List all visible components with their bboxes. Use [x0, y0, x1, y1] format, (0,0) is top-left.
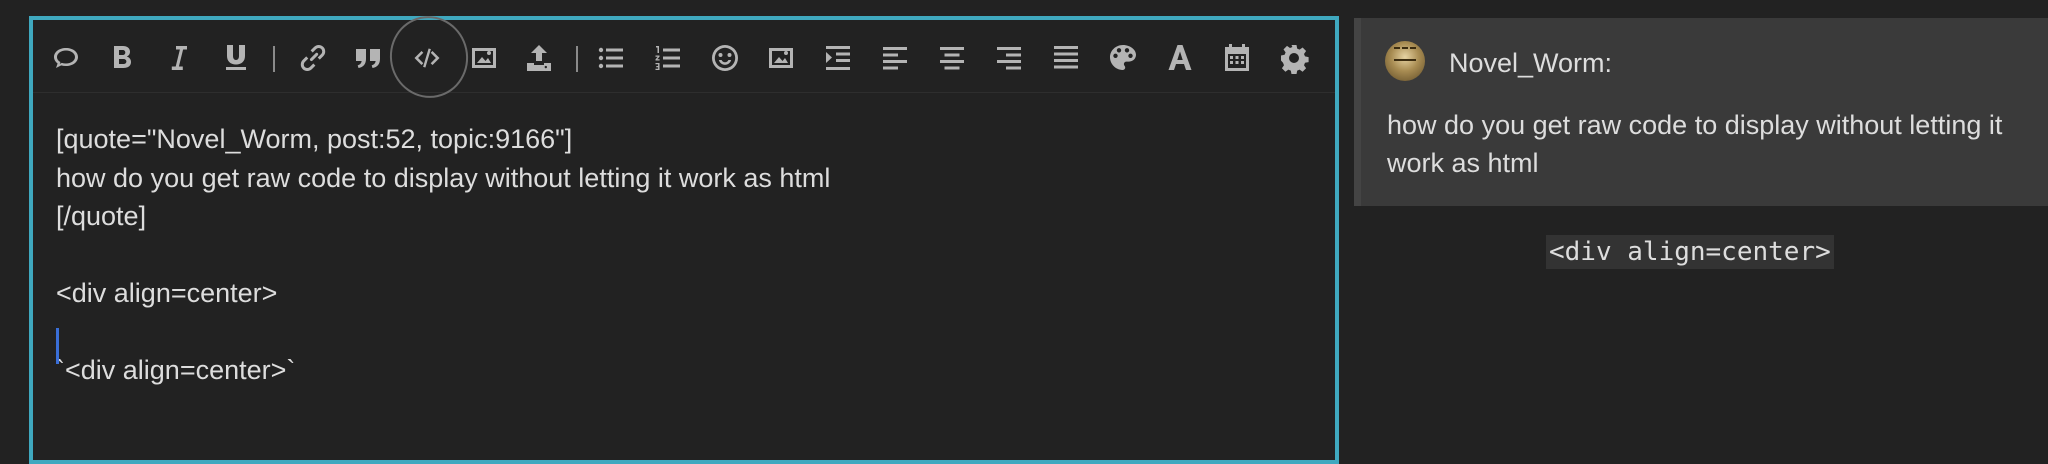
align-justify-icon	[1054, 46, 1078, 69]
align-center-icon	[940, 47, 964, 70]
indent-icon	[826, 46, 850, 70]
options-button[interactable]	[1274, 38, 1314, 78]
underline-icon	[226, 45, 246, 70]
align-left-icon	[883, 47, 907, 70]
insert-image-button[interactable]	[761, 38, 801, 78]
image-icon	[769, 48, 793, 68]
editor-text[interactable]: [quote="Novel_Worm, post:52, topic:9166"…	[56, 120, 830, 390]
editor-toolbar	[33, 8, 1335, 106]
align-right-button[interactable]	[989, 38, 1029, 78]
bold-button[interactable]	[102, 38, 142, 78]
bullet-list-icon	[598, 47, 623, 69]
numbered-list-icon	[655, 46, 680, 70]
speech-bubble-icon	[54, 48, 78, 68]
quote-username[interactable]: Novel_Worm:	[1449, 48, 1612, 79]
underline-button[interactable]	[216, 38, 256, 78]
editor-line: how do you get raw code to display witho…	[56, 162, 831, 193]
editor-line: [/quote]	[56, 201, 147, 231]
quote-border	[1354, 18, 1361, 206]
editor-line: <div align=center>	[56, 278, 278, 308]
color-button[interactable]	[1103, 38, 1143, 78]
image-button[interactable]	[464, 38, 504, 78]
gear-icon	[1281, 45, 1309, 74]
numbered-list-button[interactable]	[648, 38, 688, 78]
align-left-button[interactable]	[875, 38, 915, 78]
font-button[interactable]	[1160, 38, 1200, 78]
smile-icon	[712, 45, 738, 71]
italic-icon	[171, 46, 187, 70]
quote-block: Novel_Worm: how do you get raw code to d…	[1354, 18, 2048, 206]
emoji-button[interactable]	[705, 38, 745, 78]
quote-button[interactable]	[46, 38, 86, 78]
bullet-list-button[interactable]	[591, 38, 631, 78]
quote-marks-icon	[356, 49, 380, 68]
avatar[interactable]	[1385, 41, 1425, 81]
toolbar-divider	[273, 46, 275, 72]
code-icon	[414, 48, 440, 68]
inline-code: <div align=center>	[1546, 235, 1834, 269]
editor-line: `<div align=center>`	[56, 355, 296, 385]
preformatted-code-button[interactable]	[407, 38, 447, 78]
indent-button[interactable]	[818, 38, 858, 78]
upload-icon	[527, 45, 551, 71]
align-center-button[interactable]	[932, 38, 972, 78]
date-button[interactable]	[1217, 38, 1257, 78]
link-button[interactable]	[293, 38, 333, 78]
toolbar-divider	[576, 46, 578, 72]
post-preview: Novel_Worm: how do you get raw code to d…	[1354, 18, 2048, 438]
calendar-icon	[1225, 44, 1249, 71]
crown-emblem	[1394, 47, 1416, 61]
quote-text: how do you get raw code to display witho…	[1387, 110, 2003, 178]
text-cursor	[56, 328, 59, 364]
font-icon	[1168, 45, 1192, 70]
editor-line: [quote="Novel_Worm, post:52, topic:9166"…	[56, 124, 573, 154]
blockquote-button[interactable]	[348, 38, 388, 78]
image-icon	[472, 48, 496, 68]
upload-button[interactable]	[519, 38, 559, 78]
italic-button[interactable]	[159, 38, 199, 78]
bold-icon	[114, 46, 131, 68]
align-right-icon	[997, 47, 1021, 70]
palette-icon	[1110, 45, 1136, 70]
align-justify-button[interactable]	[1046, 38, 1086, 78]
composer-editor[interactable]: [quote="Novel_Worm, post:52, topic:9166"…	[29, 8, 1339, 464]
link-icon	[300, 44, 326, 72]
